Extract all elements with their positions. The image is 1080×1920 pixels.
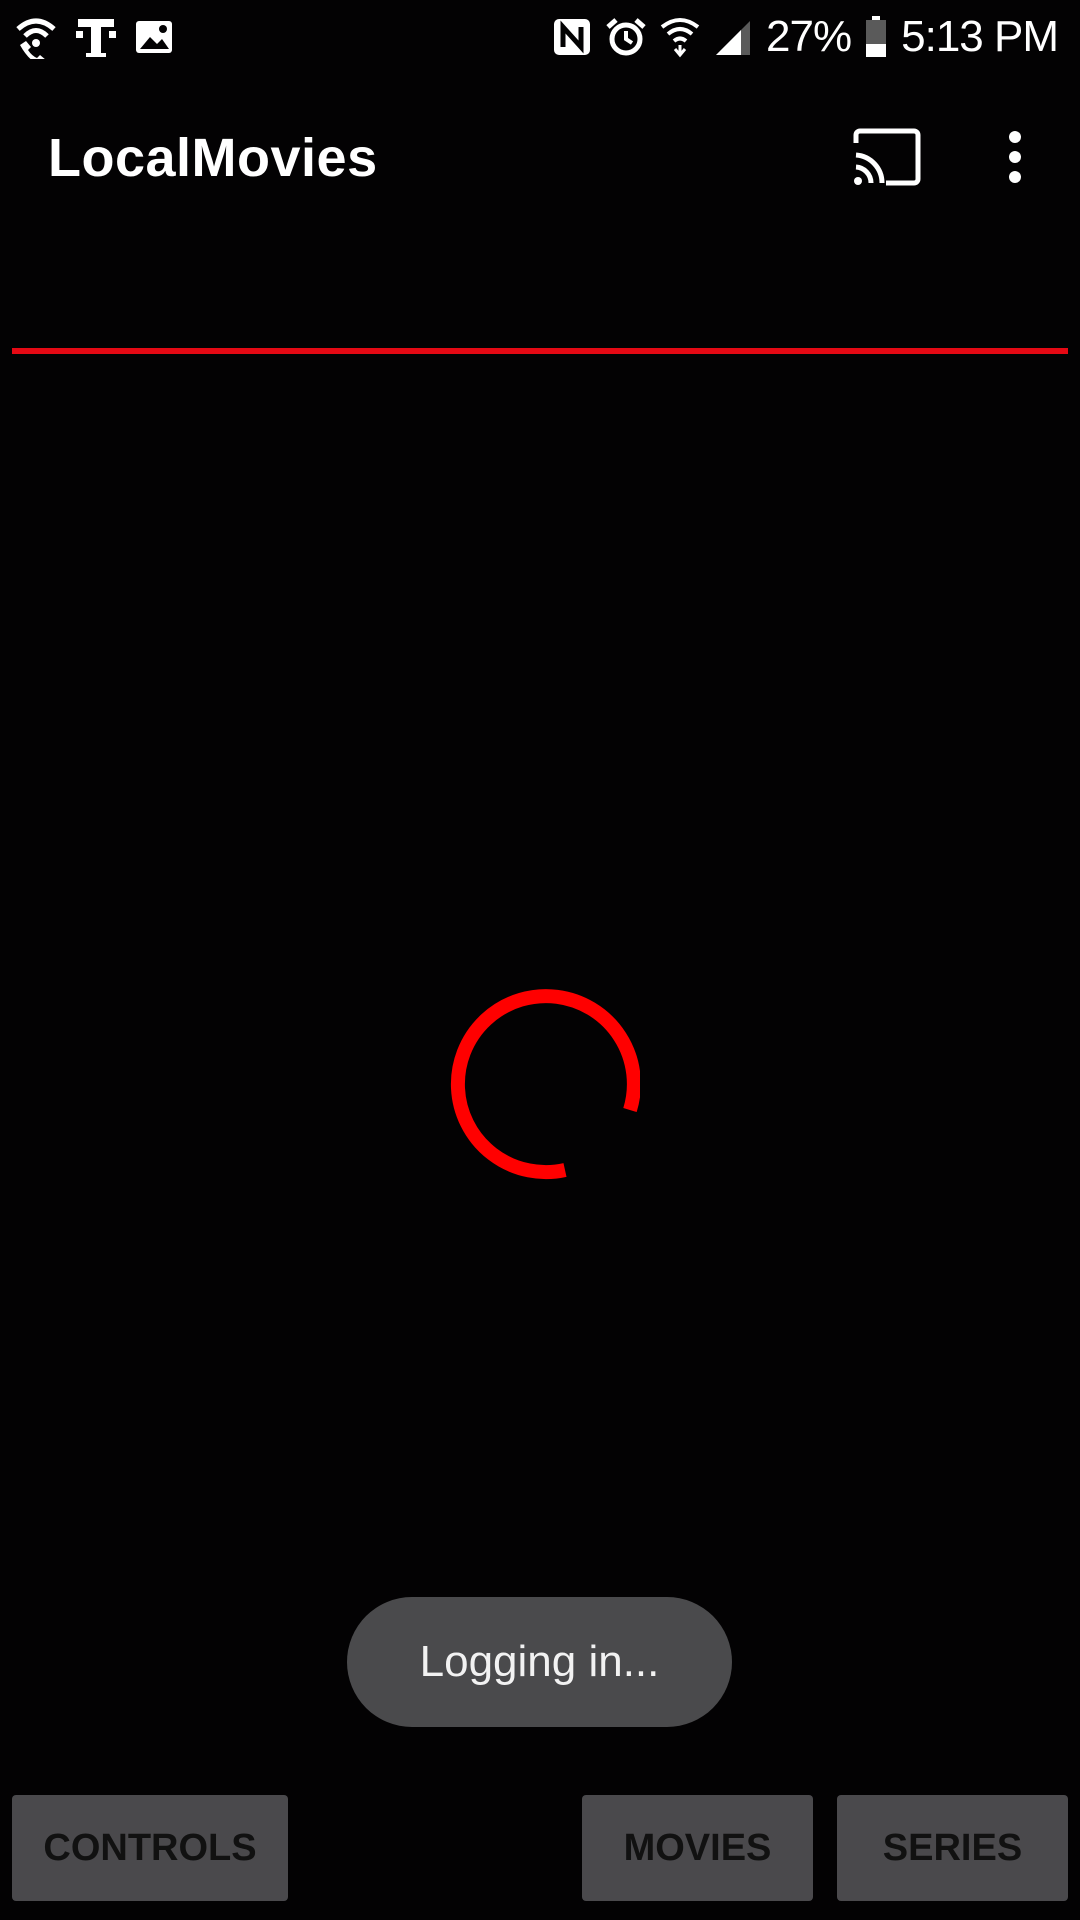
progress-divider <box>12 348 1068 354</box>
status-bar: 27% 5:13 PM <box>0 0 1080 75</box>
app-bar: LocalMovies <box>0 75 1080 240</box>
series-button[interactable]: SERIES <box>837 1795 1068 1901</box>
controls-button[interactable]: CONTROLS <box>12 1795 288 1901</box>
toast-message: Logging in... <box>347 1597 732 1727</box>
loading-spinner <box>440 980 641 1180</box>
alarm-icon <box>606 17 646 57</box>
status-time: 5:13 PM <box>901 12 1059 61</box>
cast-icon <box>853 128 921 186</box>
nfc-icon <box>552 17 592 57</box>
more-vert-icon <box>1009 131 1021 183</box>
movies-button[interactable]: MOVIES <box>582 1795 813 1901</box>
app-title: LocalMovies <box>48 128 378 188</box>
battery-percent: 27% <box>766 12 852 61</box>
wifi-icon <box>660 15 700 59</box>
wifi-calling-icon <box>14 15 58 59</box>
overflow-menu-button[interactable] <box>995 127 1035 187</box>
cast-button[interactable] <box>852 127 922 187</box>
t-mobile-icon <box>76 15 116 59</box>
signal-icon <box>714 17 752 57</box>
battery-icon <box>865 16 887 58</box>
image-icon <box>134 17 174 57</box>
